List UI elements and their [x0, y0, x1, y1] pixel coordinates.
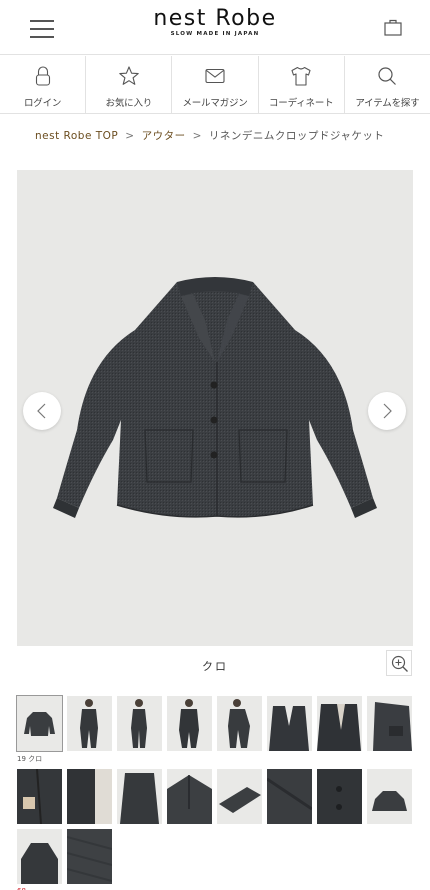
nav-item-newsletter[interactable]: メールマガジン	[172, 56, 259, 113]
thumbnail-caption: 19 クロ	[17, 755, 43, 763]
thumbnail-model	[80, 699, 98, 748]
nav-item-coordinate[interactable]: コーディネート	[259, 56, 345, 113]
thumbnail[interactable]	[217, 696, 262, 751]
thumbnail[interactable]	[317, 696, 362, 751]
zoom-in-icon	[391, 655, 408, 672]
thumbnail-button-detail	[317, 769, 362, 824]
nav-item-login[interactable]: ログイン	[0, 56, 87, 113]
thumbnail-jacket-flat	[24, 712, 55, 736]
nav-label: コーディネート	[268, 98, 334, 109]
thumbnail-fabric	[67, 829, 112, 884]
thumbnail-model	[131, 699, 147, 748]
site-header: nest Robe SLOW MADE IN JAPAN	[0, 0, 430, 55]
thumbnail-model	[179, 699, 199, 748]
site-logo[interactable]: nest Robe SLOW MADE IN JAPAN	[0, 6, 430, 37]
next-image-button[interactable]	[368, 392, 406, 430]
star-icon	[119, 66, 139, 85]
selected-color-label: クロ	[202, 660, 228, 673]
thumbnail-jacket-flat	[372, 791, 407, 811]
thumbnail[interactable]	[67, 829, 112, 884]
breadcrumb-current: リネンデニムクロップドジャケット	[208, 130, 385, 142]
thumbnail-collar	[167, 775, 212, 824]
breadcrumb-category[interactable]: アウター	[142, 130, 186, 142]
chevron-left-icon	[37, 403, 46, 419]
thumbnail-sleeve	[219, 787, 261, 813]
thumbnail[interactable]	[367, 769, 412, 824]
nav-item-favorites[interactable]: お気に入り	[86, 56, 173, 113]
icon-nav: ログイン お気に入り メールマガジン コーディネート アイテムを探す	[0, 56, 430, 114]
nav-label: ログイン	[24, 98, 62, 109]
thumbnail[interactable]	[117, 769, 162, 824]
mail-icon	[205, 68, 225, 84]
search-icon	[378, 67, 397, 85]
nav-label: アイテムを探す	[355, 98, 420, 109]
thumbnail[interactable]	[167, 769, 212, 824]
thumbnail[interactable]	[267, 696, 312, 751]
breadcrumb-home[interactable]: nest Robe TOP	[35, 130, 118, 142]
thumbnail[interactable]	[317, 769, 362, 824]
product-main-image[interactable]	[17, 170, 413, 646]
shopping-bag-icon[interactable]	[383, 17, 403, 37]
nav-item-search[interactable]: アイテムを探す	[345, 56, 430, 113]
lock-icon	[35, 66, 50, 86]
thumbnail-model	[228, 699, 250, 748]
thumbnail[interactable]	[217, 769, 262, 824]
tshirt-icon	[291, 66, 311, 86]
thumbnail[interactable]	[16, 695, 63, 752]
thumbnail[interactable]	[67, 769, 112, 824]
thumbnail[interactable]	[67, 696, 112, 751]
previous-image-button[interactable]	[23, 392, 61, 430]
thumbnail-pocket-detail	[17, 769, 62, 824]
thumbnail-jacket-flat	[21, 843, 58, 884]
jacket-image	[53, 277, 377, 518]
thumbnail[interactable]	[17, 769, 62, 824]
zoom-button[interactable]	[386, 650, 412, 676]
thumbnail[interactable]	[367, 696, 412, 751]
breadcrumb: nest Robe TOP > アウター > リネンデニムクロップドジャケット	[35, 128, 384, 143]
breadcrumb-separator: >	[192, 130, 202, 142]
logo-tagline: SLOW MADE IN JAPAN	[170, 31, 260, 37]
nav-label: メールマガジン	[182, 98, 248, 109]
thumbnail-back	[120, 773, 159, 824]
thumbnail[interactable]	[167, 696, 212, 751]
thumbnail[interactable]	[117, 696, 162, 751]
nav-label: お気に入り	[105, 98, 153, 109]
thumbnail-model-detail	[269, 706, 309, 751]
breadcrumb-separator: >	[125, 130, 135, 142]
logo-text: nest Robe	[153, 6, 277, 31]
thumbnail[interactable]	[17, 829, 62, 884]
thumbnail-model-detail	[373, 702, 412, 751]
chevron-right-icon	[383, 403, 392, 419]
thumbnail-detail	[267, 769, 312, 824]
thumbnail-detail	[67, 769, 112, 824]
thumbnail[interactable]	[267, 769, 312, 824]
thumbnail-model-detail	[317, 704, 361, 751]
